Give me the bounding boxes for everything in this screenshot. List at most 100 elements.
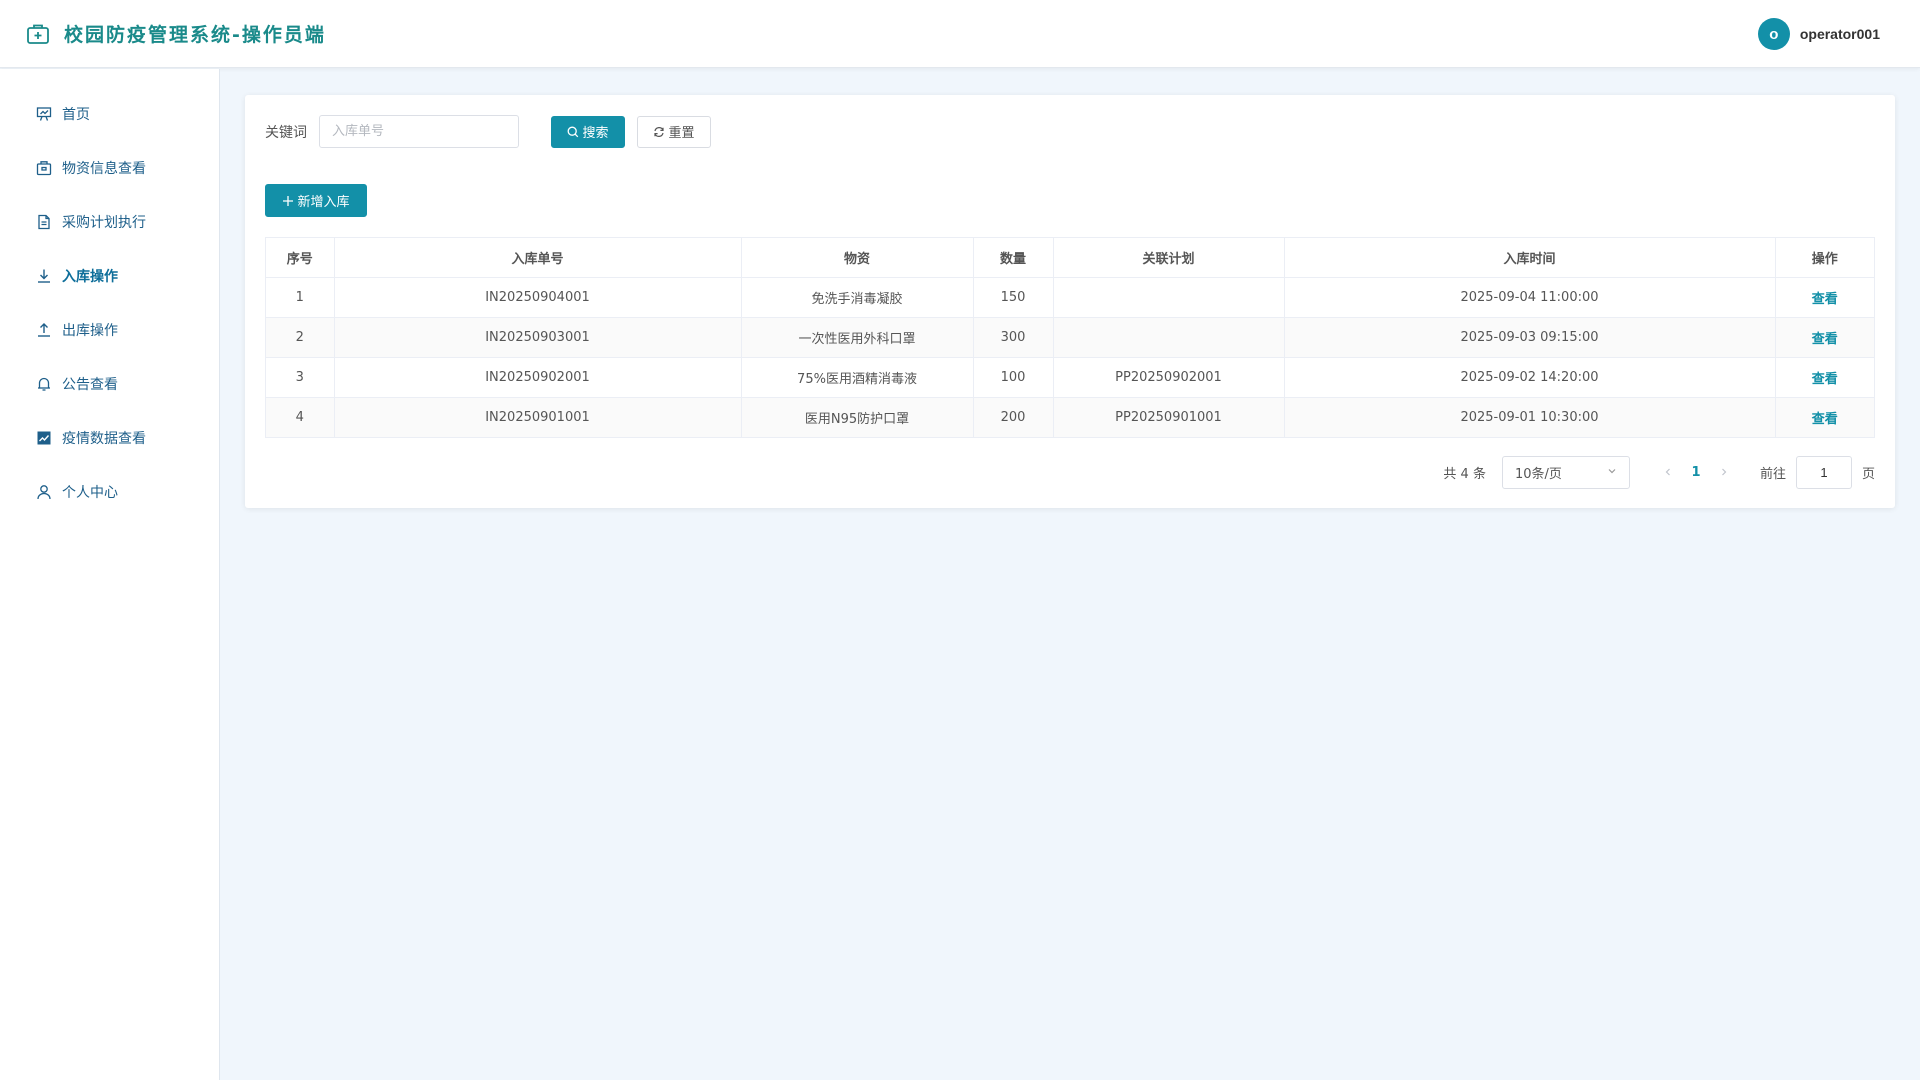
page-number-current[interactable]: 1 <box>1684 465 1708 480</box>
cell-plan: PP20250902001 <box>1053 357 1285 398</box>
cell-plan <box>1053 277 1285 318</box>
table-row: 4 IN20250901001 医用N95防护口罩 200 PP20250901… <box>266 397 1874 437</box>
sidebar-item-label: 公告查看 <box>62 377 118 393</box>
cell-time: 2025-09-02 14:20:00 <box>1284 357 1776 398</box>
medical-kit-icon <box>24 20 52 48</box>
sidebar-item-epidemic-data[interactable]: 疫情数据查看 <box>0 411 219 465</box>
view-link[interactable]: 查看 <box>1812 292 1838 307</box>
brand: 校园防疫管理系统-操作员端 <box>24 20 326 48</box>
cell-order-no: IN20250904001 <box>334 277 742 318</box>
column-header: 数量 <box>973 238 1054 278</box>
user-icon <box>36 484 52 500</box>
cell-index: 3 <box>266 357 335 398</box>
inbound-table: 序号 入库单号 物资 数量 关联计划 入库时间 操作 1 IN202509040… <box>265 237 1875 438</box>
sidebar-item-materials[interactable]: 物资信息查看 <box>0 141 219 195</box>
cell-quantity: 100 <box>973 357 1054 398</box>
column-header: 序号 <box>266 238 335 278</box>
search-bar: 关键词 搜索 重置 <box>265 115 711 148</box>
total-count: 共 4 条 <box>1443 467 1486 482</box>
cell-index: 2 <box>266 317 335 358</box>
sidebar-item-label: 疫情数据查看 <box>62 431 146 447</box>
pagination: 共 4 条 10条/页 1 前往 页 <box>1443 456 1875 489</box>
main-card: 关键词 搜索 重置 <box>245 95 1895 508</box>
page-size-value: 10条/页 <box>1514 467 1562 482</box>
cell-action: 查看 <box>1775 397 1874 437</box>
column-header: 入库时间 <box>1284 238 1776 278</box>
search-button-label: 搜索 <box>582 126 609 141</box>
column-header: 物资 <box>741 238 974 278</box>
cell-quantity: 150 <box>973 277 1054 318</box>
view-link[interactable]: 查看 <box>1812 412 1838 427</box>
sidebar-item-outbound[interactable]: 出库操作 <box>0 303 219 357</box>
cell-action: 查看 <box>1775 317 1874 358</box>
cell-index: 4 <box>266 397 335 437</box>
sidebar-item-purchase-plan[interactable]: 采购计划执行 <box>0 195 219 249</box>
column-header: 入库单号 <box>334 238 742 278</box>
sidebar-item-inbound[interactable]: 入库操作 <box>0 249 219 303</box>
cell-action: 查看 <box>1775 357 1874 398</box>
sidebar-item-label: 采购计划执行 <box>62 215 146 231</box>
sidebar-item-label: 物资信息查看 <box>62 161 146 177</box>
reset-button-label: 重置 <box>668 126 695 141</box>
sidebar-item-profile[interactable]: 个人中心 <box>0 465 219 519</box>
cell-order-no: IN20250903001 <box>334 317 742 358</box>
table-header-row: 序号 入库单号 物资 数量 关联计划 入库时间 操作 <box>266 238 1874 278</box>
search-icon <box>567 126 579 138</box>
reset-button[interactable]: 重置 <box>637 115 711 148</box>
view-link[interactable]: 查看 <box>1812 372 1838 387</box>
cell-order-no: IN20250902001 <box>334 357 742 398</box>
cell-quantity: 200 <box>973 397 1054 437</box>
sidebar: 首页 物资信息查看 采购计划执行 入库操作 出库操作 公告查看 疫情数据查看 个… <box>0 69 220 1080</box>
bell-icon <box>36 376 52 392</box>
document-icon <box>36 214 52 230</box>
cell-material: 免洗手消毒凝胶 <box>741 277 974 318</box>
search-button[interactable]: 搜索 <box>551 115 625 148</box>
column-header: 操作 <box>1775 238 1874 278</box>
cell-order-no: IN20250901001 <box>334 397 742 437</box>
cell-quantity: 300 <box>973 317 1054 358</box>
refresh-icon <box>653 126 665 138</box>
table-row: 2 IN20250903001 一次性医用外科口罩 300 2025-09-03… <box>266 317 1874 358</box>
cell-action: 查看 <box>1775 277 1874 318</box>
cell-plan: PP20250901001 <box>1053 397 1285 437</box>
goto-label: 前往 <box>1759 467 1786 482</box>
next-page-button[interactable] <box>1708 465 1740 481</box>
cell-material: 一次性医用外科口罩 <box>741 317 974 358</box>
sidebar-item-label: 首页 <box>62 107 90 123</box>
cell-time: 2025-09-03 09:15:00 <box>1284 317 1776 358</box>
cell-material: 75%医用酒精消毒液 <box>741 357 974 398</box>
chart-icon <box>36 430 52 446</box>
table-row: 3 IN20250902001 75%医用酒精消毒液 100 PP2025090… <box>266 357 1874 398</box>
column-header: 关联计划 <box>1053 238 1285 278</box>
keyword-label: 关键词 <box>265 124 307 141</box>
add-inbound-label: 新增入库 <box>297 195 350 210</box>
user-menu[interactable]: o operator001 <box>1757 18 1880 50</box>
avatar[interactable]: o <box>1757 18 1790 50</box>
chevron-right-icon <box>1722 468 1727 475</box>
add-inbound-button[interactable]: 新增入库 <box>265 184 367 217</box>
chevron-left-icon <box>1665 468 1670 475</box>
chevron-down-icon <box>1607 465 1617 480</box>
keyword-input[interactable] <box>319 115 519 148</box>
table-row: 1 IN20250904001 免洗手消毒凝胶 150 2025-09-04 1… <box>266 277 1874 318</box>
sidebar-item-label: 出库操作 <box>62 323 118 339</box>
cell-time: 2025-09-01 10:30:00 <box>1284 397 1776 437</box>
prev-page-button[interactable] <box>1652 465 1684 481</box>
username[interactable]: operator001 <box>1800 26 1880 42</box>
view-link[interactable]: 查看 <box>1812 332 1838 347</box>
sidebar-item-announcements[interactable]: 公告查看 <box>0 357 219 411</box>
app-title: 校园防疫管理系统-操作员端 <box>64 24 326 46</box>
sidebar-item-label: 入库操作 <box>62 269 118 285</box>
cell-index: 1 <box>266 277 335 318</box>
cell-plan <box>1053 317 1285 358</box>
download-icon <box>36 268 52 284</box>
goto-page-input[interactable] <box>1795 456 1852 489</box>
page-size-select[interactable]: 10条/页 <box>1501 456 1630 489</box>
top-header: 校园防疫管理系统-操作员端 o operator001 <box>0 0 1920 68</box>
box-icon <box>36 160 52 176</box>
sidebar-item-label: 个人中心 <box>62 485 118 501</box>
goto-suffix: 页 <box>1861 467 1875 482</box>
cell-time: 2025-09-04 11:00:00 <box>1284 277 1776 318</box>
sidebar-item-home[interactable]: 首页 <box>0 87 219 141</box>
upload-icon <box>36 322 52 338</box>
